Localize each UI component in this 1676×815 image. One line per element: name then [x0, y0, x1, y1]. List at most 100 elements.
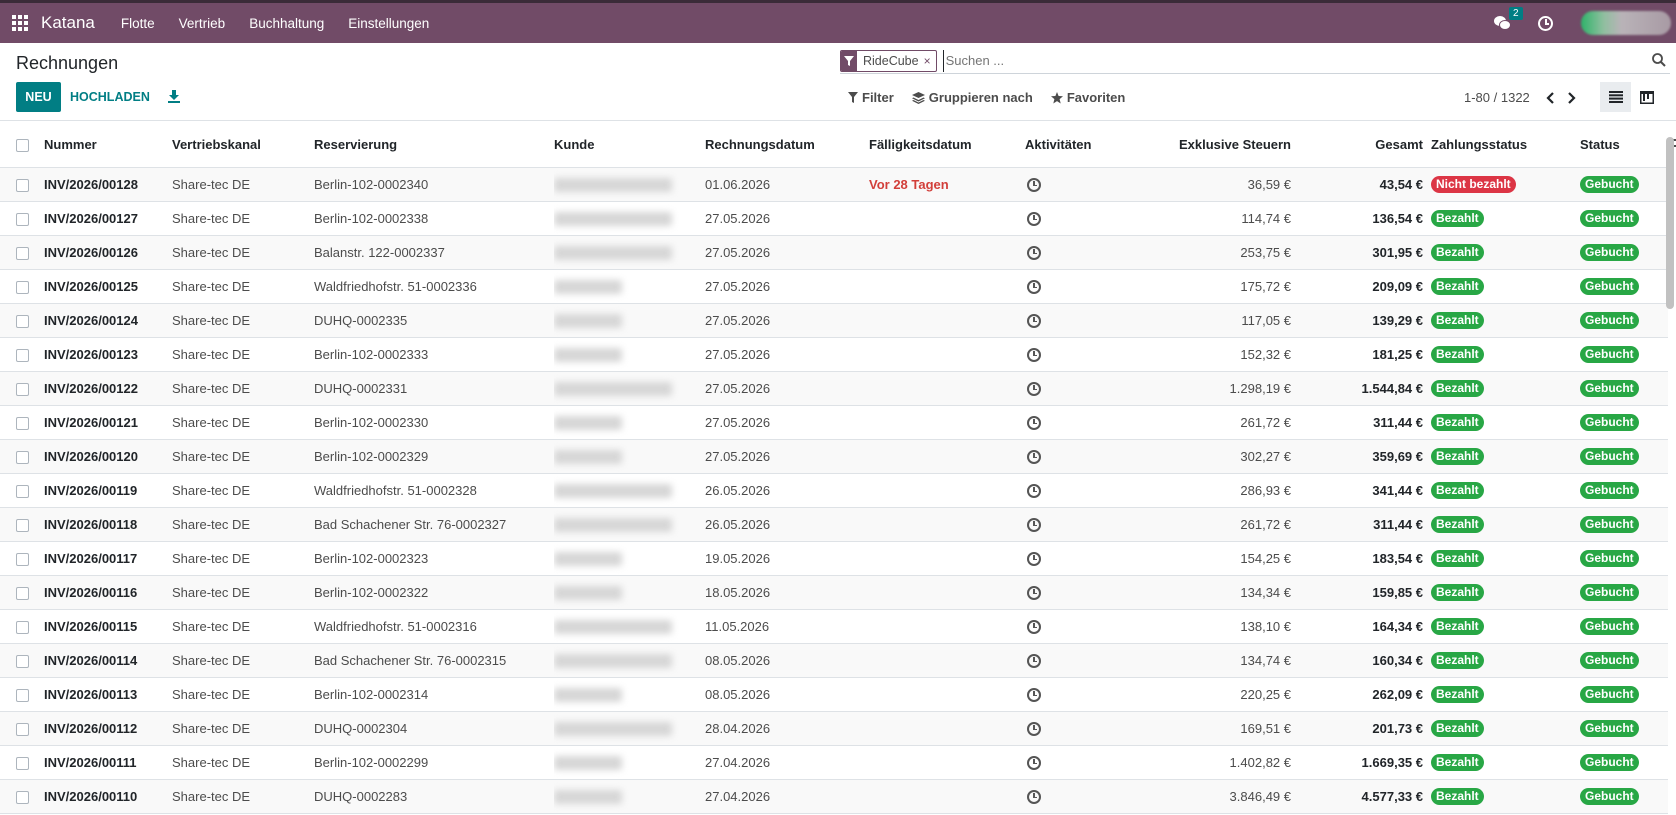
table-row[interactable]: INV/2026/00110 Share-tec DE DUHQ-0002283 27… — [0, 779, 1668, 814]
facet-remove-icon[interactable]: × — [924, 54, 936, 68]
activity-clock-icon[interactable] — [1027, 177, 1041, 192]
scrollbar[interactable] — [1666, 137, 1674, 309]
activity-clock-icon[interactable] — [1027, 245, 1041, 260]
table-row[interactable]: INV/2026/00121 Share-tec DE Berlin-102-000… — [0, 405, 1668, 440]
redacted-customer — [554, 279, 622, 294]
column-header-total[interactable]: Gesamt — [1299, 122, 1431, 168]
column-header-payment-status[interactable]: Zahlungsstatus — [1431, 122, 1580, 168]
cell-channel: Share-tec DE — [172, 371, 314, 406]
table-row[interactable]: INV/2026/00120 Share-tec DE Berlin-102-000… — [0, 439, 1668, 474]
table-row[interactable]: INV/2026/00126 Share-tec DE Balanstr. 122-… — [0, 235, 1668, 270]
cell-invoice-date: 11.05.2026 — [705, 609, 869, 644]
search-input[interactable] — [942, 49, 1670, 72]
table-row[interactable]: INV/2026/00111 Share-tec DE Berlin-102-000… — [0, 745, 1668, 780]
row-checkbox[interactable] — [16, 722, 29, 736]
table-row[interactable]: INV/2026/00122 Share-tec DE DUHQ-0002331 27… — [0, 371, 1668, 406]
menu-flotte[interactable]: Flotte — [109, 16, 167, 31]
activity-clock-icon[interactable] — [1027, 449, 1041, 464]
apps-menu-icon[interactable] — [12, 14, 29, 32]
activity-clock-icon[interactable] — [1027, 347, 1041, 362]
activity-clock-icon[interactable] — [1027, 755, 1041, 770]
row-checkbox[interactable] — [16, 416, 29, 430]
table-row[interactable]: INV/2026/00127 Share-tec DE Berlin-102-000… — [0, 201, 1668, 236]
new-button[interactable]: NEU — [16, 82, 61, 112]
table-row[interactable]: INV/2026/00112 Share-tec DE DUHQ-0002304 28… — [0, 711, 1668, 746]
column-header-invoice-date[interactable]: Rechnungsdatum — [705, 122, 869, 168]
row-checkbox[interactable] — [16, 790, 29, 804]
activity-clock-icon[interactable] — [1027, 551, 1041, 566]
activity-clock-icon[interactable] — [1027, 517, 1041, 532]
table-row[interactable]: INV/2026/00123 Share-tec DE Berlin-102-000… — [0, 337, 1668, 372]
cell-invoice-date: 27.05.2026 — [705, 235, 869, 270]
favorites-button[interactable]: Favoriten — [1050, 90, 1125, 105]
menu-vertrieb[interactable]: Vertrieb — [167, 16, 238, 31]
list-view-icon[interactable] — [1600, 82, 1631, 112]
kanban-view-icon[interactable] — [1631, 82, 1662, 112]
activity-clock-icon[interactable] — [1027, 381, 1041, 396]
table-row[interactable]: INV/2026/00119 Share-tec DE Waldfriedhofst… — [0, 473, 1668, 508]
column-header-customer[interactable]: Kunde — [554, 122, 705, 168]
row-checkbox[interactable] — [16, 280, 29, 294]
column-header-number[interactable]: Nummer — [44, 122, 172, 168]
row-checkbox[interactable] — [16, 382, 29, 396]
row-checkbox[interactable] — [16, 688, 29, 702]
table-row[interactable]: INV/2026/00118 Share-tec DE Bad Schachener… — [0, 507, 1668, 542]
menu-buchhaltung[interactable]: Buchhaltung — [237, 16, 336, 31]
row-checkbox[interactable] — [16, 484, 29, 498]
pager-value[interactable]: 1-80 / 1322 — [1464, 90, 1530, 105]
row-checkbox[interactable] — [16, 348, 29, 362]
table-row[interactable]: INV/2026/00124 Share-tec DE DUHQ-0002335 27… — [0, 303, 1668, 338]
menu-einstellungen[interactable]: Einstellungen — [336, 16, 441, 31]
activity-clock-icon[interactable] — [1027, 483, 1041, 498]
cell-status: Gebucht — [1580, 779, 1668, 814]
group-by-button[interactable]: Gruppieren nach — [911, 90, 1033, 105]
activity-clock-icon[interactable] — [1027, 313, 1041, 328]
row-checkbox[interactable] — [16, 654, 29, 668]
table-row[interactable]: INV/2026/00125 Share-tec DE Waldfriedhofst… — [0, 269, 1668, 304]
column-header-activities[interactable]: Aktivitäten — [1025, 122, 1133, 168]
row-checkbox[interactable] — [16, 586, 29, 600]
column-header-status[interactable]: Status — [1580, 122, 1668, 168]
table-row[interactable]: INV/2026/00116 Share-tec DE Berlin-102-000… — [0, 575, 1668, 610]
next-page-icon[interactable] — [1568, 91, 1578, 105]
activity-clock-icon[interactable] — [1027, 619, 1041, 634]
app-brand[interactable]: Katana — [41, 13, 95, 33]
column-header-due-date[interactable]: Fälligkeitsdatum — [869, 122, 1025, 168]
download-icon[interactable] — [167, 89, 181, 103]
column-header-reservation[interactable]: Reservierung — [314, 122, 554, 168]
search-icon[interactable] — [1652, 53, 1666, 67]
column-header-channel[interactable]: Vertriebskanal — [172, 122, 314, 168]
table-row[interactable]: INV/2026/00115 Share-tec DE Waldfriedhofst… — [0, 609, 1668, 644]
row-checkbox[interactable] — [16, 756, 29, 770]
activity-clock-icon[interactable] — [1027, 653, 1041, 668]
cell-activities — [1025, 507, 1133, 542]
search-facet[interactable]: RideCube × — [840, 49, 937, 72]
row-checkbox[interactable] — [16, 212, 29, 226]
upload-button[interactable]: HOCHLADEN — [70, 82, 150, 112]
user-avatar[interactable] — [1581, 11, 1671, 35]
table-row[interactable]: INV/2026/00128 Share-tec DE Berlin-102-000… — [0, 167, 1668, 202]
activity-clock-icon[interactable] — [1027, 279, 1041, 294]
row-checkbox[interactable] — [16, 314, 29, 328]
row-checkbox[interactable] — [16, 246, 29, 260]
activity-clock-icon[interactable] — [1027, 585, 1041, 600]
activity-clock-icon[interactable] — [1027, 721, 1041, 736]
select-all-checkbox[interactable] — [16, 138, 29, 152]
activity-clock-icon[interactable] — [1027, 687, 1041, 702]
column-header-untaxed[interactable]: Exklusive Steuern — [1133, 122, 1299, 168]
activity-clock-icon[interactable] — [1538, 15, 1553, 31]
previous-page-icon[interactable] — [1546, 91, 1556, 105]
table-row[interactable]: INV/2026/00114 Share-tec DE Bad Schachener… — [0, 643, 1668, 678]
activity-clock-icon[interactable] — [1027, 415, 1041, 430]
row-checkbox[interactable] — [16, 620, 29, 634]
row-checkbox[interactable] — [16, 518, 29, 532]
row-checkbox[interactable] — [16, 178, 29, 192]
row-checkbox[interactable] — [16, 552, 29, 566]
filter-button[interactable]: Filter — [848, 90, 894, 105]
activity-clock-icon[interactable] — [1027, 211, 1041, 226]
messaging-icon[interactable]: 2 — [1494, 7, 1523, 31]
activity-clock-icon[interactable] — [1027, 789, 1041, 804]
table-row[interactable]: INV/2026/00113 Share-tec DE Berlin-102-000… — [0, 677, 1668, 712]
table-row[interactable]: INV/2026/00117 Share-tec DE Berlin-102-000… — [0, 541, 1668, 576]
row-checkbox[interactable] — [16, 450, 29, 464]
